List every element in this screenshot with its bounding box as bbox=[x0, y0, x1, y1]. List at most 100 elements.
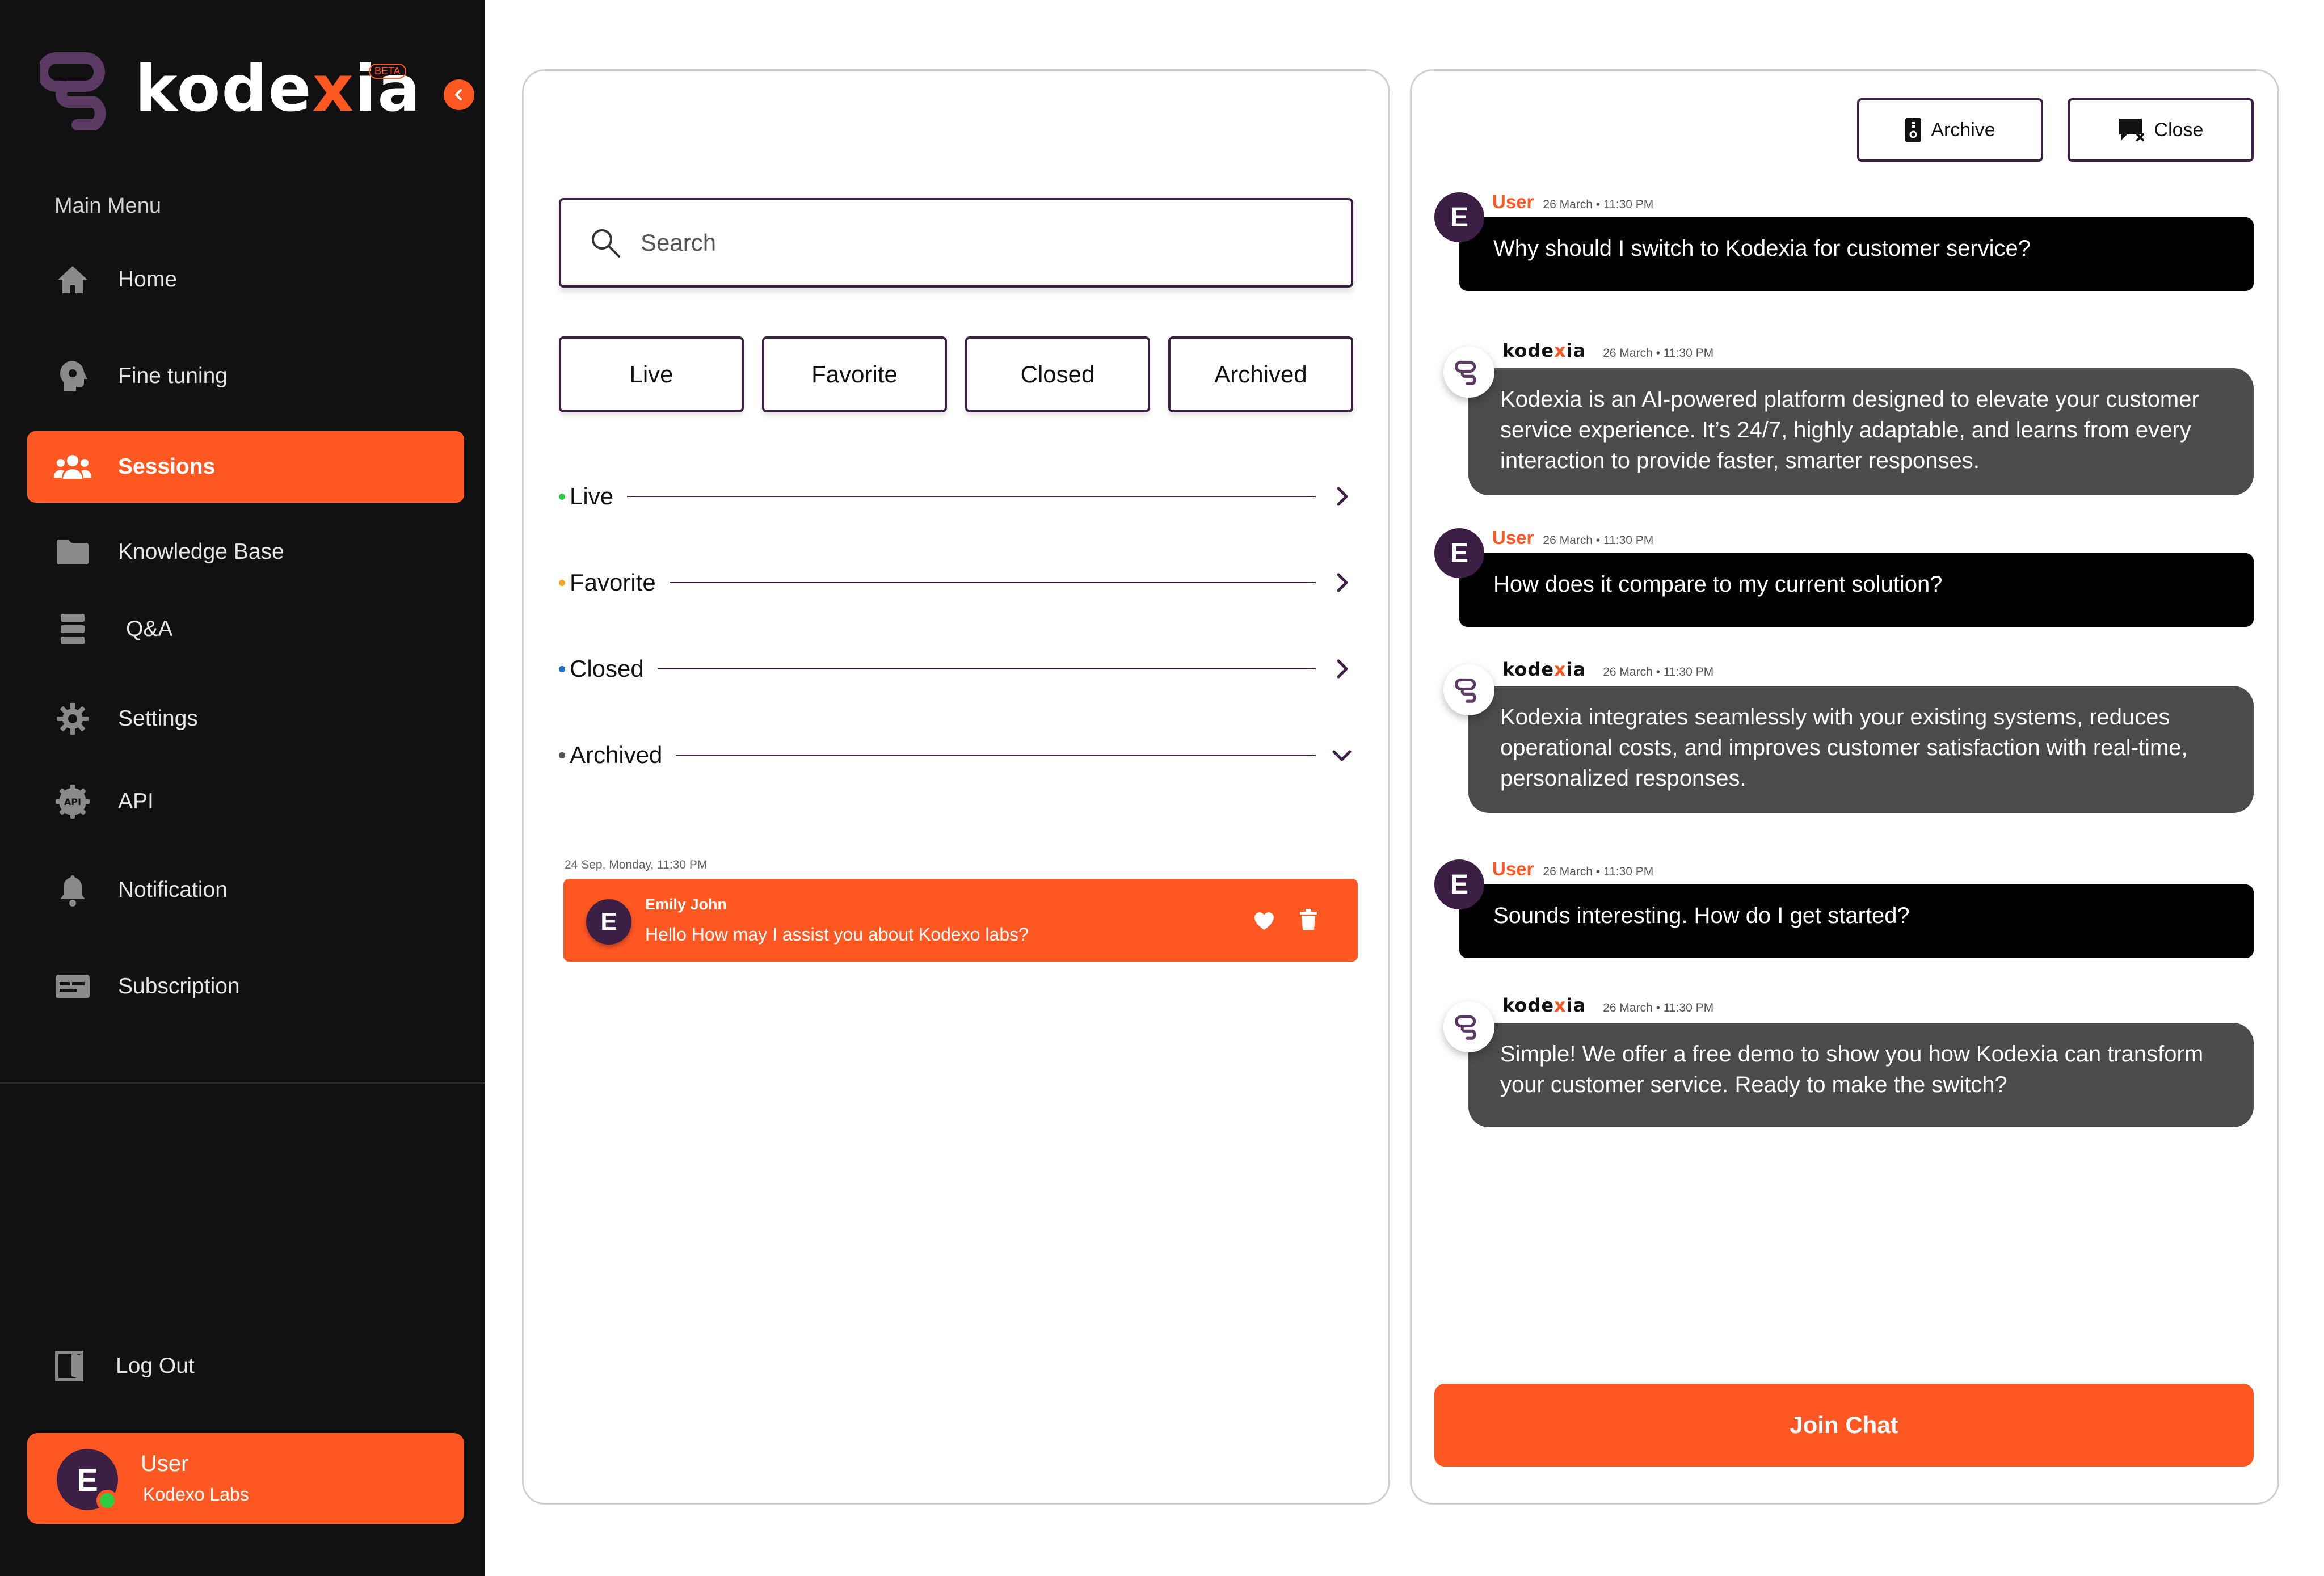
sidebar-item-label: Fine tuning bbox=[118, 364, 228, 388]
section-live[interactable]: Live bbox=[559, 479, 1353, 513]
section-favorite[interactable]: Favorite bbox=[559, 566, 1353, 600]
sidebar-item-fine-tuning[interactable]: Fine tuning bbox=[27, 340, 464, 412]
bot-message-bubble: Kodexia is an AI-powered platform design… bbox=[1468, 368, 2254, 495]
message-timestamp: 26 March • 11:30 PM bbox=[1543, 534, 1654, 547]
message-timestamp: 26 March • 11:30 PM bbox=[1603, 347, 1714, 360]
avatar: E bbox=[1434, 528, 1484, 578]
online-status-indicator bbox=[96, 1490, 118, 1511]
join-chat-button[interactable]: Join Chat bbox=[1434, 1384, 2254, 1467]
tab-closed[interactable]: Closed bbox=[965, 336, 1150, 412]
bell-icon bbox=[52, 870, 93, 911]
message-header: kodexia 26 March • 11:30 PM bbox=[1502, 659, 1713, 680]
live-status-dot bbox=[559, 493, 565, 500]
user-message-bubble: How does it compare to my current soluti… bbox=[1459, 553, 2254, 627]
bot-brand-name: kodexia bbox=[1502, 995, 1586, 1016]
message-header: User 26 March • 11:30 PM bbox=[1492, 527, 1653, 549]
tab-favorite[interactable]: Favorite bbox=[762, 336, 947, 412]
logout-door-icon bbox=[55, 1351, 83, 1381]
sidebar-item-api[interactable]: API API bbox=[27, 766, 464, 837]
sidebar-item-label: Settings bbox=[118, 706, 198, 731]
section-closed[interactable]: Closed bbox=[559, 652, 1353, 686]
archive-button[interactable]: Archive bbox=[1857, 98, 2043, 162]
archived-session-date: 24 Sep, Monday, 11:30 PM bbox=[565, 858, 708, 871]
closed-status-dot bbox=[559, 665, 565, 672]
chevron-down-icon bbox=[1332, 750, 1352, 761]
sidebar-item-knowledge-base[interactable]: Knowledge Base bbox=[27, 516, 464, 588]
sender-name: User bbox=[1492, 191, 1534, 212]
archived-session-item[interactable]: E Emily John Hello How may I assist you … bbox=[563, 879, 1358, 962]
bot-avatar bbox=[1443, 1001, 1494, 1052]
chat-close-icon bbox=[2119, 119, 2144, 141]
collapse-sidebar-button[interactable] bbox=[444, 79, 474, 110]
sidebar-item-label: Notification bbox=[118, 878, 228, 902]
favorite-status-dot bbox=[559, 579, 565, 586]
sidebar-item-notification[interactable]: Notification bbox=[27, 854, 464, 926]
tab-live[interactable]: Live bbox=[559, 336, 744, 412]
bot-avatar bbox=[1443, 664, 1494, 715]
trash-icon[interactable] bbox=[1299, 908, 1318, 931]
user-organization: Kodexo Labs bbox=[143, 1484, 249, 1505]
sidebar-item-label: API bbox=[118, 789, 154, 814]
sidebar-item-label: Sessions bbox=[118, 454, 216, 479]
message-timestamp: 26 March • 11:30 PM bbox=[1543, 198, 1654, 211]
sidebar-item-qa[interactable]: Q&A bbox=[27, 593, 464, 665]
api-icon: API bbox=[52, 781, 93, 822]
sidebar-item-label: Home bbox=[118, 267, 178, 292]
section-divider bbox=[627, 496, 1316, 497]
sender-name: User bbox=[1492, 527, 1534, 548]
logout-button[interactable]: Log Out bbox=[54, 1350, 195, 1382]
bot-brand-name: kodexia bbox=[1502, 340, 1586, 361]
search-box[interactable] bbox=[559, 198, 1353, 288]
search-icon bbox=[592, 229, 620, 258]
sidebar-item-label: Q&A bbox=[126, 617, 173, 641]
avatar: E bbox=[1434, 859, 1484, 909]
users-icon bbox=[52, 446, 93, 487]
user-name: User bbox=[141, 1451, 189, 1476]
section-label: Live bbox=[570, 483, 614, 509]
archive-box-icon bbox=[1905, 118, 1922, 142]
sidebar-item-label: Subscription bbox=[118, 974, 240, 998]
folder-icon bbox=[52, 532, 93, 572]
message-timestamp: 26 March • 11:30 PM bbox=[1603, 1001, 1714, 1014]
home-icon bbox=[52, 259, 93, 300]
avatar: E bbox=[1434, 192, 1484, 242]
chevron-right-icon bbox=[1337, 487, 1348, 506]
section-archived[interactable]: Archived bbox=[559, 738, 1353, 772]
close-chat-button[interactable]: Close bbox=[2068, 98, 2254, 162]
chat-panel: Archive Close User 26 March • 11:30 PM E… bbox=[1410, 69, 2279, 1505]
kodexia-logo-icon bbox=[1455, 360, 1476, 385]
message-header: User 26 March • 11:30 PM bbox=[1492, 858, 1653, 880]
main-menu-label: Main Menu bbox=[54, 194, 161, 218]
card-icon bbox=[52, 966, 93, 1007]
section-divider bbox=[657, 668, 1316, 669]
bot-brand-name: kodexia bbox=[1502, 659, 1586, 680]
user-profile-card[interactable]: E User Kodexo Labs bbox=[27, 1433, 464, 1524]
sidebar-item-sessions[interactable]: Sessions bbox=[27, 431, 464, 503]
sidebar: kodexia BETA Main Menu Home Fine tuning … bbox=[0, 0, 485, 1576]
chevron-right-icon bbox=[1337, 659, 1348, 679]
message-header: User 26 March • 11:30 PM bbox=[1492, 191, 1653, 213]
bot-avatar bbox=[1443, 347, 1494, 398]
bot-message-bubble: Kodexia integrates seamlessly with your … bbox=[1468, 686, 2254, 813]
user-message-bubble: Why should I switch to Kodexia for custo… bbox=[1459, 217, 2254, 291]
list-icon bbox=[52, 609, 93, 650]
heart-icon[interactable] bbox=[1253, 911, 1275, 932]
archive-label: Archive bbox=[1931, 119, 1995, 141]
chevron-left-icon bbox=[455, 89, 462, 100]
sidebar-item-subscription[interactable]: Subscription bbox=[27, 951, 464, 1022]
message-timestamp: 26 March • 11:30 PM bbox=[1603, 665, 1714, 679]
tab-archived[interactable]: Archived bbox=[1168, 336, 1353, 412]
beta-badge: BETA bbox=[369, 64, 406, 79]
chevron-right-icon bbox=[1337, 573, 1348, 592]
session-contact-name: Emily John bbox=[645, 896, 727, 913]
session-last-message: Hello How may I assist you about Kodexo … bbox=[645, 924, 1029, 945]
gear-icon bbox=[52, 698, 93, 739]
sender-name: User bbox=[1492, 858, 1534, 879]
search-input[interactable] bbox=[641, 229, 1321, 256]
brand-logo[interactable]: kodexia BETA bbox=[40, 47, 420, 137]
section-divider bbox=[669, 582, 1316, 583]
message-header: kodexia 26 March • 11:30 PM bbox=[1502, 340, 1713, 361]
section-divider bbox=[676, 755, 1316, 756]
sidebar-item-settings[interactable]: Settings bbox=[27, 683, 464, 755]
sidebar-item-home[interactable]: Home bbox=[27, 244, 464, 315]
